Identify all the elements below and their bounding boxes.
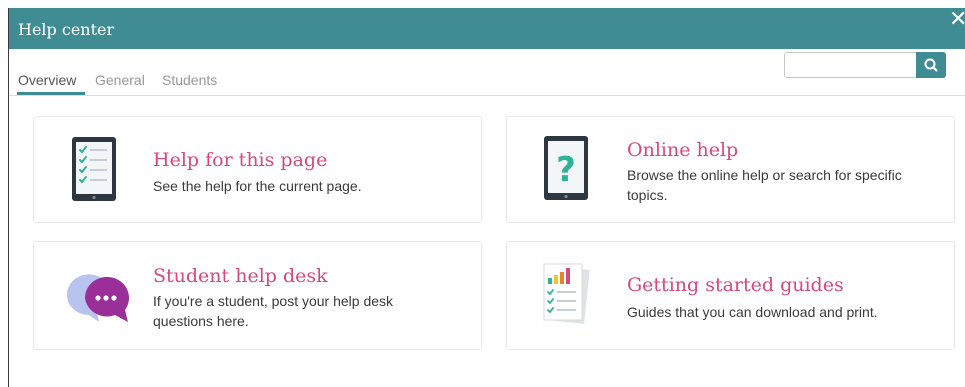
search-icon (924, 58, 938, 72)
card-student-help-desk[interactable]: Student help desk If you're a student, p… (33, 241, 482, 350)
tablet-checklist-icon (72, 137, 116, 201)
dialog-title: Help center (18, 20, 115, 39)
svg-text:?: ? (556, 150, 576, 190)
close-icon[interactable]: ✕ (949, 9, 965, 31)
card-description: Browse the online help or search for spe… (627, 167, 902, 203)
document-chart-icon (543, 263, 590, 324)
card-title: Getting started guides (627, 274, 844, 296)
card-description: Guides that you can download and print. (627, 304, 878, 320)
card-title: Online help (627, 139, 739, 161)
card-title: Help for this page (153, 149, 328, 171)
card-getting-started-guides[interactable]: Getting started guides Guides that you c… (506, 241, 955, 350)
chat-bubbles-icon (66, 274, 129, 322)
card-help-for-this-page[interactable]: Help for this page See the help for the … (33, 116, 482, 223)
active-tab-indicator (17, 92, 85, 95)
tab-students[interactable]: Students (162, 72, 217, 88)
dialog-title-bar: Help center (9, 8, 965, 49)
card-title: Student help desk (153, 265, 328, 287)
card-description: If you're a student, post your help desk… (153, 293, 394, 329)
card-description: See the help for the current page. (153, 178, 362, 194)
tab-overview[interactable]: Overview (18, 72, 76, 88)
tablet-question-icon: ? (544, 136, 588, 200)
search-button[interactable] (916, 52, 946, 78)
tab-general[interactable]: General (95, 72, 145, 88)
card-online-help[interactable]: ? Online help Browse the online help or … (506, 116, 955, 223)
